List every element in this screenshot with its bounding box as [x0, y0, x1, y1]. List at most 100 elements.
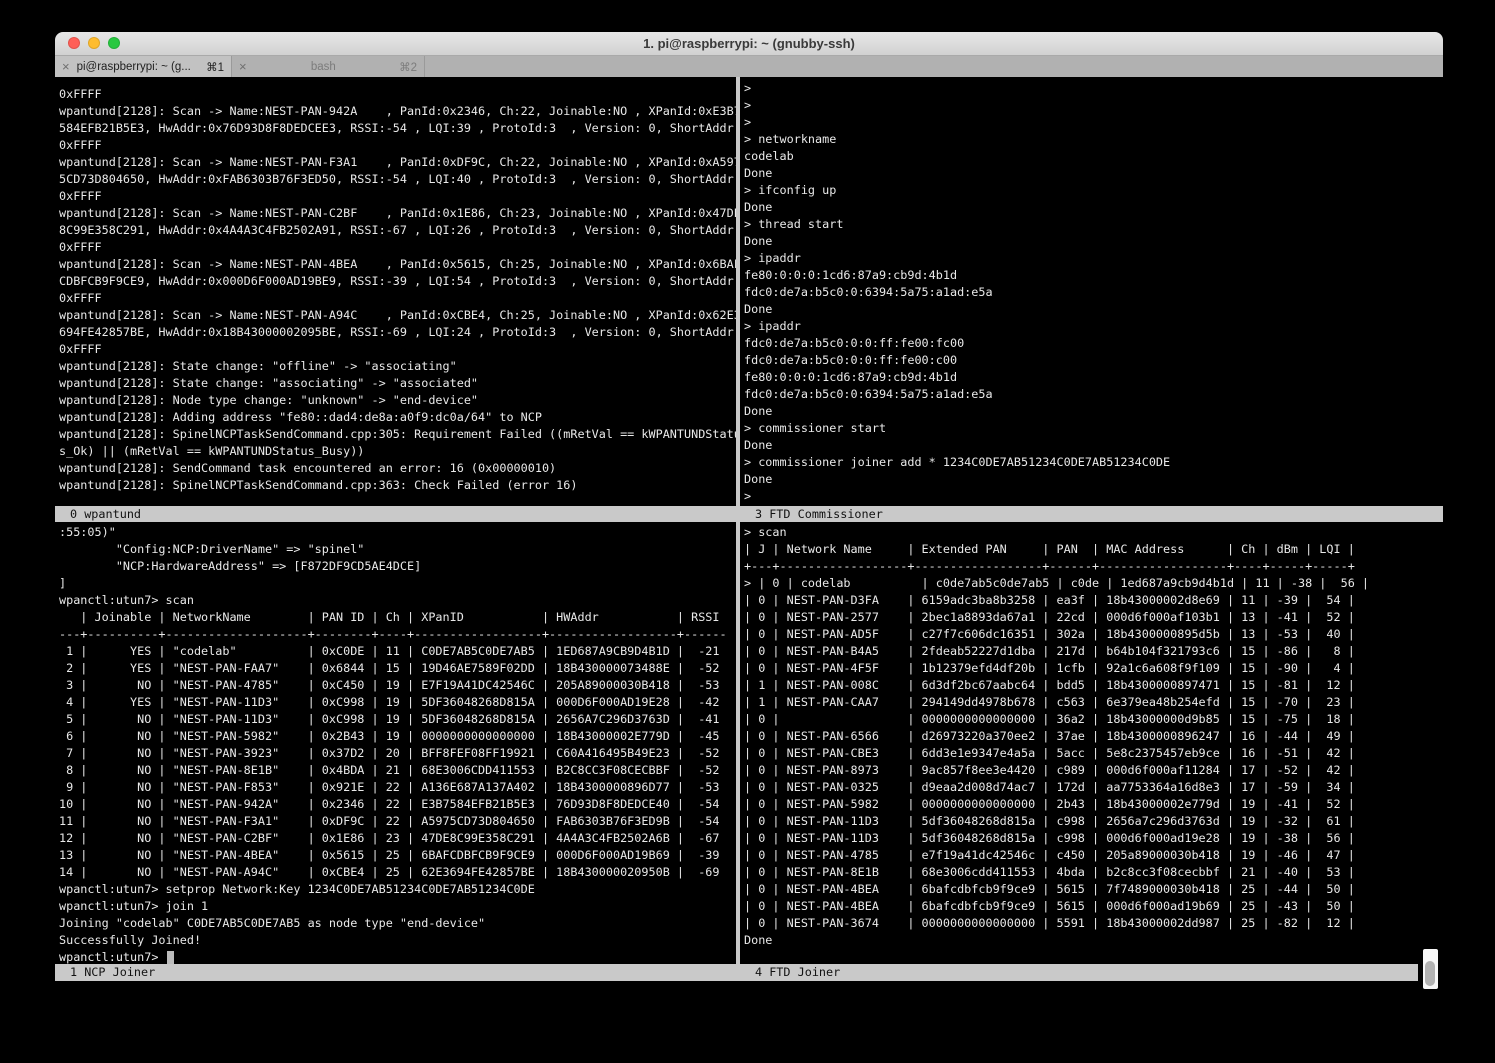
- zoom-window-button[interactable]: [108, 37, 120, 49]
- terminal-line: | 0 | NEST-PAN-6566 | d26973220a370ee2 |…: [744, 728, 1438, 745]
- terminal-line: wpanctl:utun7>: [59, 949, 736, 964]
- tab-shortcut: ⌘2: [399, 60, 417, 74]
- terminal-line: | 0 | NEST-PAN-2577 | 2bec1a8893da67a1 |…: [744, 609, 1438, 626]
- pane-wpantund[interactable]: 0xFFFFwpantund[2128]: Scan -> Name:NEST-…: [59, 86, 736, 506]
- pane-status-ftd-joiner: 4 FTD Joiner: [740, 964, 1418, 981]
- tab-label: pi@raspberrypi: ~ (g...: [77, 61, 201, 73]
- terminal-line: | J | Network Name | Extended PAN | PAN …: [744, 541, 1438, 558]
- terminal-line: > scan: [744, 524, 1438, 541]
- terminal-line: Successfully Joined!: [59, 932, 736, 949]
- terminal-line: > ipaddr: [744, 250, 1438, 267]
- terminal-line: 12 | NO | "NEST-PAN-C2BF" | 0x1E86 | 23 …: [59, 830, 736, 847]
- terminal-line: 584EFB21B5E3, HwAddr:0x76D93D8F8DEDCEE3,…: [59, 120, 736, 137]
- terminal-line: 1 | YES | "codelab" | 0xC0DE | 11 | C0DE…: [59, 643, 736, 660]
- pane-status-wpantund: 0 wpantund: [55, 506, 740, 522]
- terminal-line: | 0 | NEST-PAN-5982 | 0000000000000000 |…: [744, 796, 1438, 813]
- scrollbar-track[interactable]: [1423, 949, 1438, 989]
- tab-label: bash: [254, 61, 394, 73]
- scrollbar-thumb[interactable]: [1425, 961, 1435, 986]
- pane-divider[interactable]: [736, 77, 740, 981]
- terminal-line: Joining "codelab" C0DE7AB5C0DE7AB5 as no…: [59, 915, 736, 932]
- terminal-area: 0xFFFFwpantund[2128]: Scan -> Name:NEST-…: [55, 77, 1443, 1038]
- terminal-line: Done: [744, 165, 1438, 182]
- terminal-line: 0xFFFF: [59, 188, 736, 205]
- tab-ssh-session[interactable]: × pi@raspberrypi: ~ (g... ⌘1: [55, 56, 232, 77]
- terminal-line: | Joinable | NetworkName | PAN ID | Ch |…: [59, 609, 736, 626]
- terminal-line: 10 | NO | "NEST-PAN-942A" | 0x2346 | 22 …: [59, 796, 736, 813]
- terminal-line: 0xFFFF: [59, 86, 736, 103]
- terminal-line: | 0 | | 0000000000000000 | 36a2 | 18b430…: [744, 711, 1438, 728]
- terminal-line: | 0 | NEST-PAN-CBE3 | 6dd3e1e9347e4a5a |…: [744, 745, 1438, 762]
- terminal-line: wpantund[2128]: Scan -> Name:NEST-PAN-F3…: [59, 154, 736, 171]
- terminal-line: Done: [744, 199, 1438, 216]
- terminal-line: > | 0 | codelab | c0de7ab5c0de7ab5 | c0d…: [744, 575, 1438, 592]
- terminal-line: wpantund[2128]: Adding address "fe80::da…: [59, 409, 736, 426]
- terminal-line: wpantund[2128]: SendCommand task encount…: [59, 460, 736, 477]
- terminal-line: | 0 | NEST-PAN-AD5F | c27f7c606dc16351 |…: [744, 626, 1438, 643]
- terminal-line: ---+----------+--------------------+----…: [59, 626, 736, 643]
- traffic-lights: [68, 37, 120, 49]
- close-tab-icon[interactable]: ×: [62, 59, 70, 74]
- terminal-line: | 0 | NEST-PAN-D3FA | 6159adc3ba8b3258 |…: [744, 592, 1438, 609]
- terminal-line: +---+------------------+----------------…: [744, 558, 1438, 575]
- terminal-line: > thread start: [744, 216, 1438, 233]
- terminal-line: wpantund[2128]: SpinelNCPTaskSendCommand…: [59, 426, 736, 443]
- terminal-line: 13 | NO | "NEST-PAN-4BEA" | 0x5615 | 25 …: [59, 847, 736, 864]
- close-tab-icon[interactable]: ×: [239, 59, 247, 74]
- close-window-button[interactable]: [68, 37, 80, 49]
- terminal-line: 2 | YES | "NEST-PAN-FAA7" | 0x6844 | 15 …: [59, 660, 736, 677]
- terminal-line: 0xFFFF: [59, 137, 736, 154]
- terminal-line: 9 | NO | "NEST-PAN-F853" | 0x921E | 22 |…: [59, 779, 736, 796]
- terminal-line: | 0 | NEST-PAN-3674 | 0000000000000000 |…: [744, 915, 1438, 932]
- terminal-line: s_Ok) || (mRetVal == kWPANTUNDStatus_Bus…: [59, 443, 736, 460]
- terminal-line: CDBFCB9F9CE9, HwAddr:0x000D6F000AD19BE9,…: [59, 273, 736, 290]
- terminal-line: >: [744, 97, 1438, 114]
- terminal-cursor: [167, 951, 174, 964]
- terminal-line: Done: [744, 471, 1438, 488]
- tab-bar: × pi@raspberrypi: ~ (g... ⌘1 × bash ⌘2: [55, 56, 1443, 78]
- window-titlebar[interactable]: 1. pi@raspberrypi: ~ (gnubby-ssh): [55, 32, 1443, 56]
- terminal-line: | 0 | NEST-PAN-4785 | e7f19a41dc42546c |…: [744, 847, 1438, 864]
- terminal-line: | 0 | NEST-PAN-4BEA | 6bafcdbfcb9f9ce9 |…: [744, 881, 1438, 898]
- terminal-line: 11 | NO | "NEST-PAN-F3A1" | 0xDF9C | 22 …: [59, 813, 736, 830]
- terminal-line: wpantund[2128]: Node type change: "unkno…: [59, 392, 736, 409]
- terminal-line: wpantund[2128]: SpinelNCPTaskSendCommand…: [59, 477, 736, 494]
- terminal-line: 4 | YES | "NEST-PAN-11D3" | 0xC998 | 19 …: [59, 694, 736, 711]
- terminal-line: > commissioner joiner add * 1234C0DE7AB5…: [744, 454, 1438, 471]
- terminal-line: wpanctl:utun7> scan: [59, 592, 736, 609]
- pane-status-ncp-joiner: 1 NCP Joiner: [55, 964, 740, 981]
- terminal-line: 14 | NO | "NEST-PAN-A94C" | 0xCBE4 | 25 …: [59, 864, 736, 881]
- terminal-line: 7 | NO | "NEST-PAN-3923" | 0x37D2 | 20 |…: [59, 745, 736, 762]
- pane-ftd-joiner[interactable]: > scan| J | Network Name | Extended PAN …: [744, 524, 1438, 964]
- terminal-line: > networkname: [744, 131, 1438, 148]
- terminal-line: | 0 | NEST-PAN-B4A5 | 2fdeab52227d1dba |…: [744, 643, 1438, 660]
- terminal-line: 0xFFFF: [59, 239, 736, 256]
- terminal-line: wpantund[2128]: Scan -> Name:NEST-PAN-4B…: [59, 256, 736, 273]
- pane-ftd-commissioner[interactable]: >>>> networknamecodelabDone> ifconfig up…: [744, 80, 1438, 506]
- terminal-line: 8C99E358C291, HwAddr:0x4A4A3C4FB2502A91,…: [59, 222, 736, 239]
- terminal-line: | 0 | NEST-PAN-4F5F | 1b12379efd4df20b |…: [744, 660, 1438, 677]
- terminal-line: | 0 | NEST-PAN-8E1B | 68e3006cdd411553 |…: [744, 864, 1438, 881]
- terminal-line: wpantund[2128]: State change: "associati…: [59, 375, 736, 392]
- tab-bash[interactable]: × bash ⌘2: [232, 56, 425, 77]
- minimize-window-button[interactable]: [88, 37, 100, 49]
- terminal-line: 0xFFFF: [59, 290, 736, 307]
- terminal-line: ]: [59, 575, 736, 592]
- terminal-line: | 1 | NEST-PAN-CAA7 | 294149dd4978b678 |…: [744, 694, 1438, 711]
- terminal-line: 5 | NO | "NEST-PAN-11D3" | 0xC998 | 19 |…: [59, 711, 736, 728]
- terminal-line: >: [744, 488, 1438, 505]
- pane-status-ftd-commissioner: 3 FTD Commissioner: [740, 506, 1443, 522]
- terminal-line: 5CD73D804650, HwAddr:0xFAB6303B76F3ED50,…: [59, 171, 736, 188]
- terminal-line: wpantund[2128]: Scan -> Name:NEST-PAN-A9…: [59, 307, 736, 324]
- terminal-line: fdc0:de7a:b5c0:0:0:ff:fe00:fc00: [744, 335, 1438, 352]
- terminal-line: codelab: [744, 148, 1438, 165]
- terminal-line: | 0 | NEST-PAN-11D3 | 5df36048268d815a |…: [744, 830, 1438, 847]
- terminal-line: fe80:0:0:0:1cd6:87a9:cb9d:4b1d: [744, 267, 1438, 284]
- terminal-line: fe80:0:0:0:1cd6:87a9:cb9d:4b1d: [744, 369, 1438, 386]
- pane-ncp-joiner[interactable]: :55:05)" "Config:NCP:DriverName" => "spi…: [59, 524, 736, 964]
- terminal-line: 6 | NO | "NEST-PAN-5982" | 0x2B43 | 19 |…: [59, 728, 736, 745]
- terminal-line: Done: [744, 233, 1438, 250]
- terminal-line: 694FE42857BE, HwAddr:0x18B43000002095BE,…: [59, 324, 736, 341]
- terminal-line: Done: [744, 403, 1438, 420]
- terminal-line: >: [744, 114, 1438, 131]
